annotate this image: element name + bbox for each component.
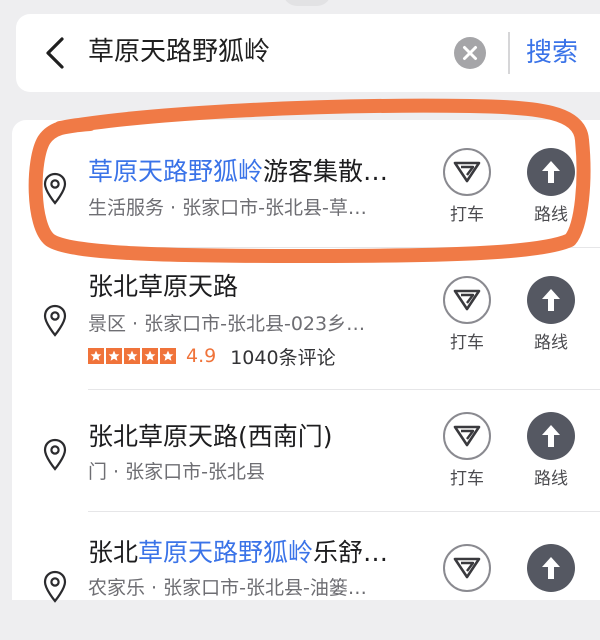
title-rest: 张北草原天路(西南门) xyxy=(88,422,333,451)
route-button[interactable] xyxy=(521,544,581,592)
route-button[interactable]: 路线 xyxy=(521,412,581,492)
clear-x-icon xyxy=(463,46,477,60)
location-pin-icon xyxy=(43,438,67,471)
result-subtitle: 门 · 张家口市-张北县 xyxy=(88,461,265,483)
star-icon xyxy=(106,348,122,364)
review-count[interactable]: 1040条评论 xyxy=(230,343,335,370)
rating-score: 4.9 xyxy=(186,345,217,367)
taxi-button[interactable]: 打车 xyxy=(437,276,497,356)
taxi-triangle-icon xyxy=(453,557,481,579)
search-input[interactable]: 草原天路野狐岭 xyxy=(88,32,270,72)
title-highlight: 草原天路野狐岭 xyxy=(88,157,264,186)
route-arrow-icon xyxy=(542,557,560,579)
result-subtitle: 农家乐 · 张家口市-张北县-油篓… xyxy=(88,577,367,599)
clear-button[interactable] xyxy=(454,37,486,69)
taxi-label: 打车 xyxy=(450,469,484,489)
result-subtitle: 景区 · 张家口市-张北县-023乡… xyxy=(88,313,366,335)
route-label: 路线 xyxy=(534,333,568,353)
route-arrow-icon xyxy=(542,289,560,311)
taxi-button[interactable]: 打车 xyxy=(437,412,497,492)
location-pin-icon xyxy=(43,570,67,603)
title-highlight: 草原天路野狐岭 xyxy=(138,538,314,567)
star-icon xyxy=(124,348,140,364)
taxi-triangle-icon xyxy=(453,289,481,311)
result-subtitle: 生活服务 · 张家口市-张北县-草… xyxy=(88,197,367,219)
taxi-label: 打车 xyxy=(450,333,484,353)
search-button[interactable]: 搜索 xyxy=(526,33,578,73)
result-title[interactable]: 张北草原天路(西南门) xyxy=(88,420,438,454)
taxi-label: 打车 xyxy=(450,205,484,225)
route-button[interactable]: 路线 xyxy=(521,148,581,228)
back-button[interactable] xyxy=(36,31,76,75)
search-divider xyxy=(508,32,510,74)
result-title[interactable]: 草原天路野狐岭游客集散… xyxy=(88,155,438,189)
rating-row: 4.9 1040条评论 xyxy=(88,342,336,370)
route-label: 路线 xyxy=(534,469,568,489)
title-rest: 游客集散… xyxy=(263,157,389,186)
route-label: 路线 xyxy=(534,205,568,225)
route-arrow-icon xyxy=(542,161,560,183)
chevron-left-icon xyxy=(46,37,64,69)
location-pin-icon xyxy=(43,304,67,337)
result-item[interactable]: 张北草原天路 景区 · 张家口市-张北县-023乡… 4.9 1040条评论 打… xyxy=(12,248,600,390)
star-icon xyxy=(88,348,104,364)
title-prefix: 张北 xyxy=(88,538,139,567)
taxi-button[interactable]: 打车 xyxy=(437,148,497,228)
result-title[interactable]: 张北草原天路 xyxy=(88,270,438,304)
location-pin-icon xyxy=(43,172,67,205)
results-list: 草原天路野狐岭游客集散… 生活服务 · 张家口市-张北县-草… 打车 路线 张北… xyxy=(12,120,600,603)
search-bar: 草原天路野狐岭 搜索 xyxy=(16,14,600,92)
star-icon xyxy=(160,348,176,364)
top-handle xyxy=(283,0,331,6)
result-title[interactable]: 张北草原天路野狐岭乐舒… xyxy=(88,536,438,570)
route-button[interactable]: 路线 xyxy=(521,276,581,356)
star-icon xyxy=(142,348,158,364)
route-arrow-icon xyxy=(542,425,560,447)
taxi-triangle-icon xyxy=(453,425,481,447)
result-item[interactable]: 张北草原天路野狐岭乐舒… 农家乐 · 张家口市-张北县-油篓… xyxy=(12,512,600,640)
result-item[interactable]: 草原天路野狐岭游客集散… 生活服务 · 张家口市-张北县-草… 打车 路线 xyxy=(12,120,600,248)
result-item[interactable]: 张北草原天路(西南门) 门 · 张家口市-张北县 打车 路线 xyxy=(12,390,600,518)
taxi-button[interactable] xyxy=(437,544,497,592)
title-rest: 张北草原天路 xyxy=(88,272,239,301)
rating-stars xyxy=(88,348,176,364)
taxi-triangle-icon xyxy=(453,161,481,183)
title-rest: 乐舒… xyxy=(313,538,389,567)
